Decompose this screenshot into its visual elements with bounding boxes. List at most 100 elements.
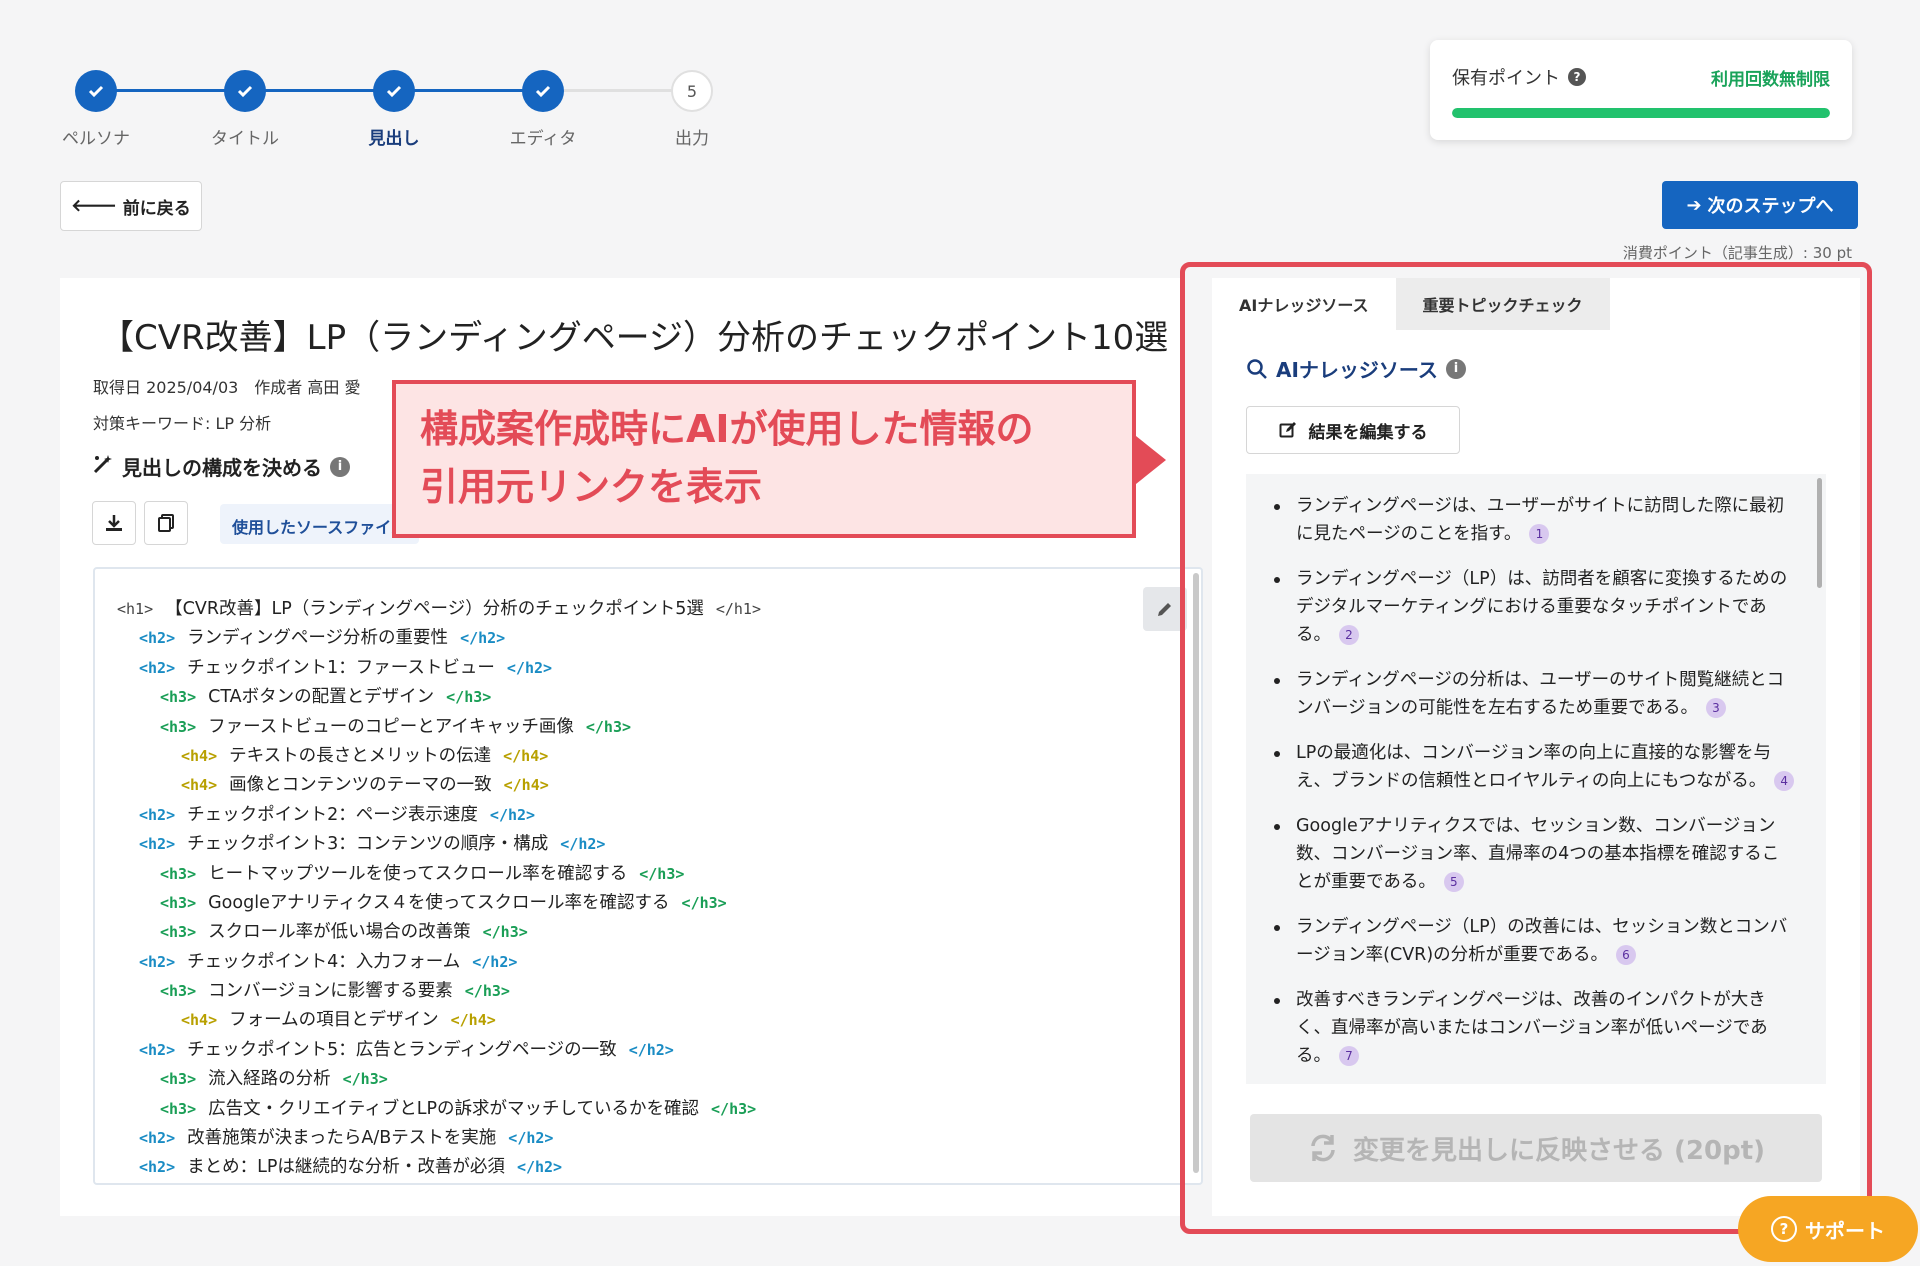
article-title: 【CVR改善】LP（ランディングページ）分析のチェックポイント10選	[100, 318, 1169, 358]
tag-close: </h4>	[503, 776, 549, 795]
outline-heading-h2: <h2> ランディングページ分析の重要性 </h2>	[117, 624, 761, 653]
download-icon	[106, 515, 122, 531]
tag-open: <h3>	[160, 717, 197, 736]
tag-open: <h2>	[139, 1158, 176, 1177]
knowledge-list-box[interactable]: ランディングページは、ユーザーがサイトに訪問した際に最初に見たページのことを指す…	[1246, 474, 1826, 1084]
edit-result-button[interactable]: 結果を編集する	[1246, 406, 1460, 454]
tag-open: <h1>	[117, 600, 154, 618]
tab-topic-check[interactable]: 重要トピックチェック	[1395, 278, 1610, 330]
knowledge-text: ランディングページ（LP）の改善には、セッション数とコンバージョン率(CVR)の…	[1296, 917, 1788, 965]
step-label: エディタ	[509, 129, 577, 149]
edit-outline-button[interactable]	[1143, 587, 1187, 631]
tag-open: <h3>	[160, 688, 197, 707]
magic-wand-icon	[92, 453, 114, 480]
back-button[interactable]: 🡐 前に戻る	[60, 181, 202, 231]
citation-badge[interactable]: 3	[1705, 698, 1726, 718]
outline-heading-h3: <h3> スクロール率が低い場合の改善策 </h3>	[117, 918, 761, 947]
arrow-right-icon: ➔	[1686, 194, 1702, 216]
panel-tabs: AIナレッジソース 重要トピックチェック	[1212, 278, 1610, 330]
heading-text: まとめ：LPは継続的な分析・改善が必須	[187, 1157, 505, 1178]
check-icon	[75, 70, 117, 112]
info-icon[interactable]: i	[1445, 358, 1466, 379]
edit-result-label: 結果を編集する	[1308, 422, 1428, 443]
tag-close: </h2>	[516, 1158, 563, 1177]
step-4: エディタ	[483, 70, 603, 149]
step-label: ペルソナ	[62, 129, 130, 149]
tag-close: </h3>	[446, 688, 492, 707]
next-step-button[interactable]: ➔ 次のステップへ	[1662, 181, 1858, 229]
knowledge-scrollbar[interactable]	[1817, 478, 1822, 588]
heading-text: ランディングページ分析の重要性	[187, 628, 449, 649]
outline-heading-h2: <h2> 改善施策が決まったらA/Bテストを実施 </h2>	[117, 1124, 761, 1153]
consume-points-text: 消費ポイント（記事生成）: 30 pt	[1622, 244, 1852, 262]
refresh-icon	[1311, 1134, 1335, 1162]
source-files-tag[interactable]: 使用したソースファイル	[220, 504, 420, 544]
heading-text: スクロール率が低い場合の改善策	[208, 922, 471, 943]
back-button-label: 前に戻る	[122, 198, 191, 219]
tag-open: <h3>	[160, 923, 197, 942]
tag-close: </h2>	[460, 629, 506, 648]
tag-open: <h2>	[139, 805, 176, 824]
annotation-line-2: 引用元リンクを表示	[420, 465, 763, 509]
outline-heading-h2: <h2> チェックポイント3：コンテンツの順序・構成 </h2>	[117, 830, 761, 859]
help-icon[interactable]: ?	[1568, 68, 1586, 86]
tab-ai-knowledge[interactable]: AIナレッジソース	[1212, 278, 1396, 330]
step-1: ペルソナ	[36, 70, 156, 149]
tag-open: <h4>	[181, 746, 218, 765]
step-3: 見出し	[334, 70, 454, 149]
tag-close: </h2>	[472, 952, 518, 971]
citation-badge[interactable]: 2	[1339, 625, 1359, 645]
check-icon	[373, 70, 415, 112]
tag-open: <h3>	[160, 864, 197, 883]
step-5: 5 出力	[632, 70, 752, 149]
citation-badge[interactable]: 6	[1615, 945, 1636, 965]
outline-heading-h4: <h4> フォームの項目とデザイン </h4>	[117, 1006, 761, 1035]
heading-text: ファーストビューのコピーとアイキャッチ画像	[208, 716, 574, 737]
outline-heading-h3: <h3> コンバージョンに影響する要素 </h3>	[117, 977, 761, 1006]
outline-editor[interactable]: <h1> 【CVR改善】LP（ランディングページ）分析のチェックポイント5選 </h…	[93, 567, 1203, 1185]
outline-heading-h1: <h1> 【CVR改善】LP（ランディングページ）分析のチェックポイント5選 </h…	[117, 595, 761, 624]
step-label: 出力	[675, 129, 709, 149]
target-keyword: 対策キーワード: LP 分析	[93, 414, 272, 433]
info-icon[interactable]: i	[330, 456, 350, 477]
support-button[interactable]: ? サポート	[1738, 1196, 1918, 1262]
heading-text: ヒートマップツールを使ってスクロール率を確認する	[208, 863, 628, 884]
download-button[interactable]	[92, 501, 136, 545]
tag-close: </h3>	[464, 982, 510, 1001]
tag-close: </h3>	[482, 923, 528, 942]
heading-text: テキストの長さとメリットの伝達	[229, 745, 492, 766]
heading-text: 広告文・クリエイティブとLPの訴求がマッチしているかを確認	[208, 1098, 700, 1119]
knowledge-item: ランディングページは、ユーザーがサイトに訪問した際に最初に見たページのことを指す…	[1268, 492, 1796, 548]
annotation-arrow	[1136, 436, 1166, 484]
points-card: 保有ポイント ? 利用回数無制限	[1430, 40, 1852, 140]
pencil-icon	[1158, 603, 1171, 616]
support-label: サポート	[1805, 1218, 1885, 1243]
section-heading: 見出しの構成を決める i	[92, 452, 350, 481]
tag-close: </h3>	[681, 893, 727, 912]
outline-heading-h3: <h3> ヒートマップツールを使ってスクロール率を確認する </h3>	[117, 860, 761, 889]
outline-heading-h4: <h4> テキストの長さとメリットの伝達 </h4>	[117, 742, 761, 771]
outline-heading-h3: <h3> ファーストビューのコピーとアイキャッチ画像 </h3>	[117, 713, 761, 742]
tag-close: </h4>	[503, 746, 549, 765]
citation-badge[interactable]: 5	[1443, 872, 1464, 892]
heading-text: 流入経路の分析	[208, 1069, 331, 1090]
tag-close: </h2>	[508, 1129, 554, 1148]
section-heading-label: 見出しの構成を決める	[122, 456, 322, 480]
apply-changes-button[interactable]: 変更を見出しに反映させる (20pt)	[1250, 1114, 1822, 1182]
citation-badge[interactable]: 4	[1774, 771, 1795, 791]
citation-badge[interactable]: 7	[1339, 1046, 1359, 1066]
knowledge-text: ランディングページ（LP）は、訪問者を顧客に変換するためのデジタルマーケティング…	[1296, 569, 1788, 645]
citation-badge[interactable]: 1	[1529, 524, 1550, 544]
outline-heading-h2: <h2> チェックポイント5：広告とランディングページの一致 </h2>	[117, 1036, 761, 1065]
points-bar-fill	[1452, 108, 1830, 118]
heading-text: Googleアナリティクス４を使ってスクロール率を確認する	[208, 892, 670, 913]
outline-list: <h1> 【CVR改善】LP（ランディングページ）分析のチェックポイント5選 </h…	[117, 595, 761, 1183]
outline-heading-h4: <h4> 画像とコンテンツのテーマの一致 </h4>	[117, 771, 761, 800]
arrow-left-icon: 🡐	[71, 196, 117, 216]
knowledge-text: LPの最適化は、コンバージョン率の向上に直接的な影響を与え、ブランドの信頼性とロ…	[1296, 743, 1771, 791]
copy-button[interactable]	[144, 501, 188, 545]
heading-text: コンバージョンに影響する要素	[208, 981, 453, 1002]
heading-text: チェックポイント3：コンテンツの順序・構成	[187, 834, 549, 855]
tag-close: </h1>	[715, 600, 761, 618]
outline-scrollbar[interactable]	[1193, 573, 1199, 1173]
